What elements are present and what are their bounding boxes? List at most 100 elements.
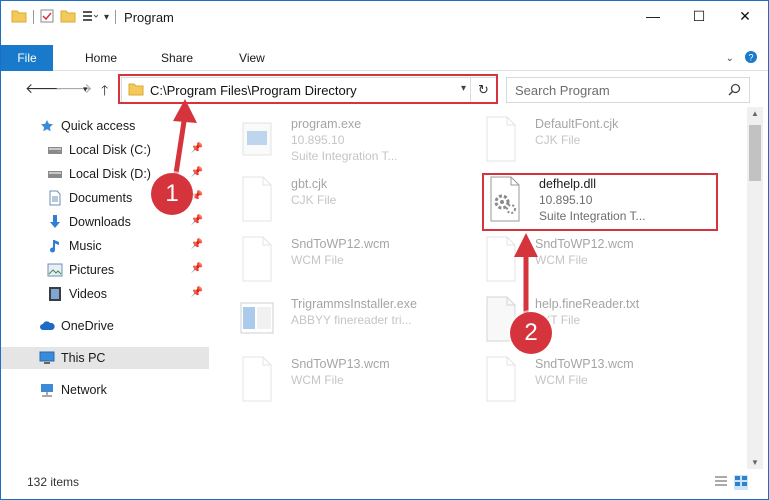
- window-title: Program: [124, 9, 174, 25]
- new-folder-icon[interactable]: [60, 9, 76, 26]
- title-bar: ▾ Program — ☐ ✕: [1, 1, 768, 33]
- pin-icon: 📌: [190, 287, 203, 298]
- refresh-icon[interactable]: ↻: [470, 78, 496, 102]
- cloud-icon: [39, 318, 55, 334]
- properties-icon[interactable]: [40, 9, 54, 26]
- details-view-icon[interactable]: [714, 475, 728, 490]
- pin-icon: 📌: [190, 143, 203, 154]
- navigation-row: 🡐 🡒 ▾ 🡑 C:\Program Files\Program Directo…: [1, 73, 768, 105]
- up-arrow-icon[interactable]: 🡑: [101, 80, 108, 104]
- file-description: ABBYY finereader tri...: [291, 313, 412, 327]
- file-item[interactable]: program.exe 10.895.10 Suite Integration …: [237, 115, 398, 171]
- drive-icon: [47, 142, 63, 158]
- file-name: SndToWP13.wcm: [535, 357, 634, 371]
- sidebar-item-label: This PC: [61, 351, 106, 365]
- step-badge-1: 1: [151, 173, 193, 215]
- file-name: DefaultFont.cjk: [535, 117, 619, 131]
- file-type: CJK File: [535, 133, 581, 147]
- file-name: SndToWP12.wcm: [291, 237, 390, 251]
- generic-file-icon: [237, 355, 277, 403]
- file-type: WCM File: [291, 253, 344, 267]
- minimize-button[interactable]: —: [630, 1, 676, 31]
- sidebar-item-label: Local Disk (C:): [69, 143, 151, 157]
- music-icon: [47, 238, 63, 254]
- file-type: CJK File: [291, 193, 337, 207]
- expand-ribbon-icon[interactable]: ⌄: [726, 53, 734, 64]
- search-input[interactable]: [515, 82, 715, 98]
- navigation-pane: Quick access Local Disk (C:) 📌 Local Dis…: [1, 113, 209, 468]
- folder-icon: [128, 82, 144, 99]
- sidebar-item-onedrive[interactable]: OneDrive: [1, 315, 209, 337]
- pin-icon: 📌: [190, 215, 203, 226]
- generic-file-icon: [237, 235, 277, 283]
- chevron-down-icon[interactable]: ▾: [461, 83, 466, 94]
- file-item[interactable]: gbt.cjk CJK File: [237, 175, 336, 231]
- scroll-thumb[interactable]: [749, 125, 761, 181]
- search-icon[interactable]: [728, 83, 741, 99]
- help-icon[interactable]: ?: [744, 50, 758, 67]
- file-item[interactable]: SndToWP12.wcm WCM File: [481, 235, 634, 291]
- file-item[interactable]: SndToWP13.wcm WCM File: [481, 355, 634, 411]
- file-item-selected-dll[interactable]: defhelp.dll 10.895.10 Suite Integration …: [485, 175, 646, 231]
- sidebar-item-label: Network: [61, 383, 107, 397]
- generic-file-icon: [481, 235, 521, 283]
- toolbar-divider: [115, 10, 117, 24]
- recent-locations-chevron-icon[interactable]: ▾: [83, 84, 88, 95]
- sidebar-item-pictures[interactable]: Pictures 📌: [1, 259, 209, 281]
- file-explorer-window: ▾ Program — ☐ ✕ File Home Share View ⌄ ?…: [0, 0, 769, 500]
- pin-icon: 📌: [190, 263, 203, 274]
- file-version: 10.895.10: [539, 193, 593, 207]
- file-name: defhelp.dll: [539, 177, 596, 191]
- search-box[interactable]: [506, 77, 750, 103]
- step-badge-2: 2: [510, 312, 552, 354]
- quick-access-toolbar: ▾: [11, 9, 117, 26]
- generic-file-icon: [237, 175, 277, 223]
- address-path: C:\Program Files\Program Directory: [150, 82, 357, 98]
- download-icon: [47, 214, 63, 230]
- sidebar-item-network[interactable]: Network: [1, 379, 209, 401]
- tab-view[interactable]: View: [209, 51, 281, 65]
- sidebar-item-this-pc[interactable]: This PC: [1, 347, 209, 369]
- sidebar-item-label: Videos: [69, 287, 107, 301]
- sidebar-item-quick-access[interactable]: Quick access: [1, 115, 209, 137]
- vertical-scrollbar[interactable]: ▲ ▼: [747, 107, 763, 469]
- window-controls: — ☐ ✕: [630, 1, 768, 31]
- file-item[interactable]: help.fineReader.txt TXT File: [481, 295, 639, 351]
- folder-icon: [11, 9, 27, 26]
- scroll-up-icon[interactable]: ▲: [751, 109, 759, 118]
- tab-file[interactable]: File: [1, 44, 53, 71]
- sidebar-item-downloads[interactable]: Downloads 📌: [1, 211, 209, 233]
- address-bar[interactable]: C:\Program Files\Program Directory ▾ ↻: [121, 77, 497, 103]
- ribbon-tabs: File Home Share View ⌄ ?: [1, 44, 768, 71]
- sidebar-item-label: Music: [69, 239, 102, 253]
- file-list: program.exe 10.895.10 Suite Integration …: [223, 107, 745, 469]
- file-item[interactable]: DefaultFont.cjk CJK File: [481, 115, 618, 171]
- network-icon: [39, 382, 55, 398]
- scroll-down-icon[interactable]: ▼: [751, 458, 759, 467]
- large-icons-view-icon[interactable]: [734, 475, 748, 490]
- view-options-icon[interactable]: [82, 10, 99, 25]
- file-name: SndToWP12.wcm: [535, 237, 634, 251]
- item-count: 132 items: [27, 475, 80, 489]
- customize-toolbar-icon[interactable]: ▾: [104, 12, 109, 23]
- tab-home[interactable]: Home: [53, 51, 133, 65]
- executable-file-icon: [237, 115, 277, 163]
- file-description: Suite Integration T...: [539, 209, 646, 223]
- documents-icon: [47, 190, 63, 206]
- installer-file-icon: [237, 295, 277, 343]
- file-item[interactable]: TrigrammsInstaller.exe ABBYY finereader …: [237, 295, 417, 351]
- close-button[interactable]: ✕: [722, 1, 768, 31]
- maximize-button[interactable]: ☐: [676, 1, 722, 31]
- svg-text:?: ?: [748, 53, 753, 63]
- dll-file-icon: [485, 175, 525, 223]
- file-description: Suite Integration T...: [291, 149, 398, 163]
- file-type: WCM File: [535, 253, 588, 267]
- file-name: program.exe: [291, 117, 362, 131]
- videos-icon: [47, 286, 63, 302]
- sidebar-item-videos[interactable]: Videos 📌: [1, 283, 209, 305]
- file-item[interactable]: SndToWP12.wcm WCM File: [237, 235, 390, 291]
- tab-share[interactable]: Share: [133, 51, 209, 65]
- file-item[interactable]: SndToWP13.wcm WCM File: [237, 355, 390, 411]
- sidebar-item-music[interactable]: Music 📌: [1, 235, 209, 257]
- sidebar-item-local-disk-c[interactable]: Local Disk (C:) 📌: [1, 139, 209, 161]
